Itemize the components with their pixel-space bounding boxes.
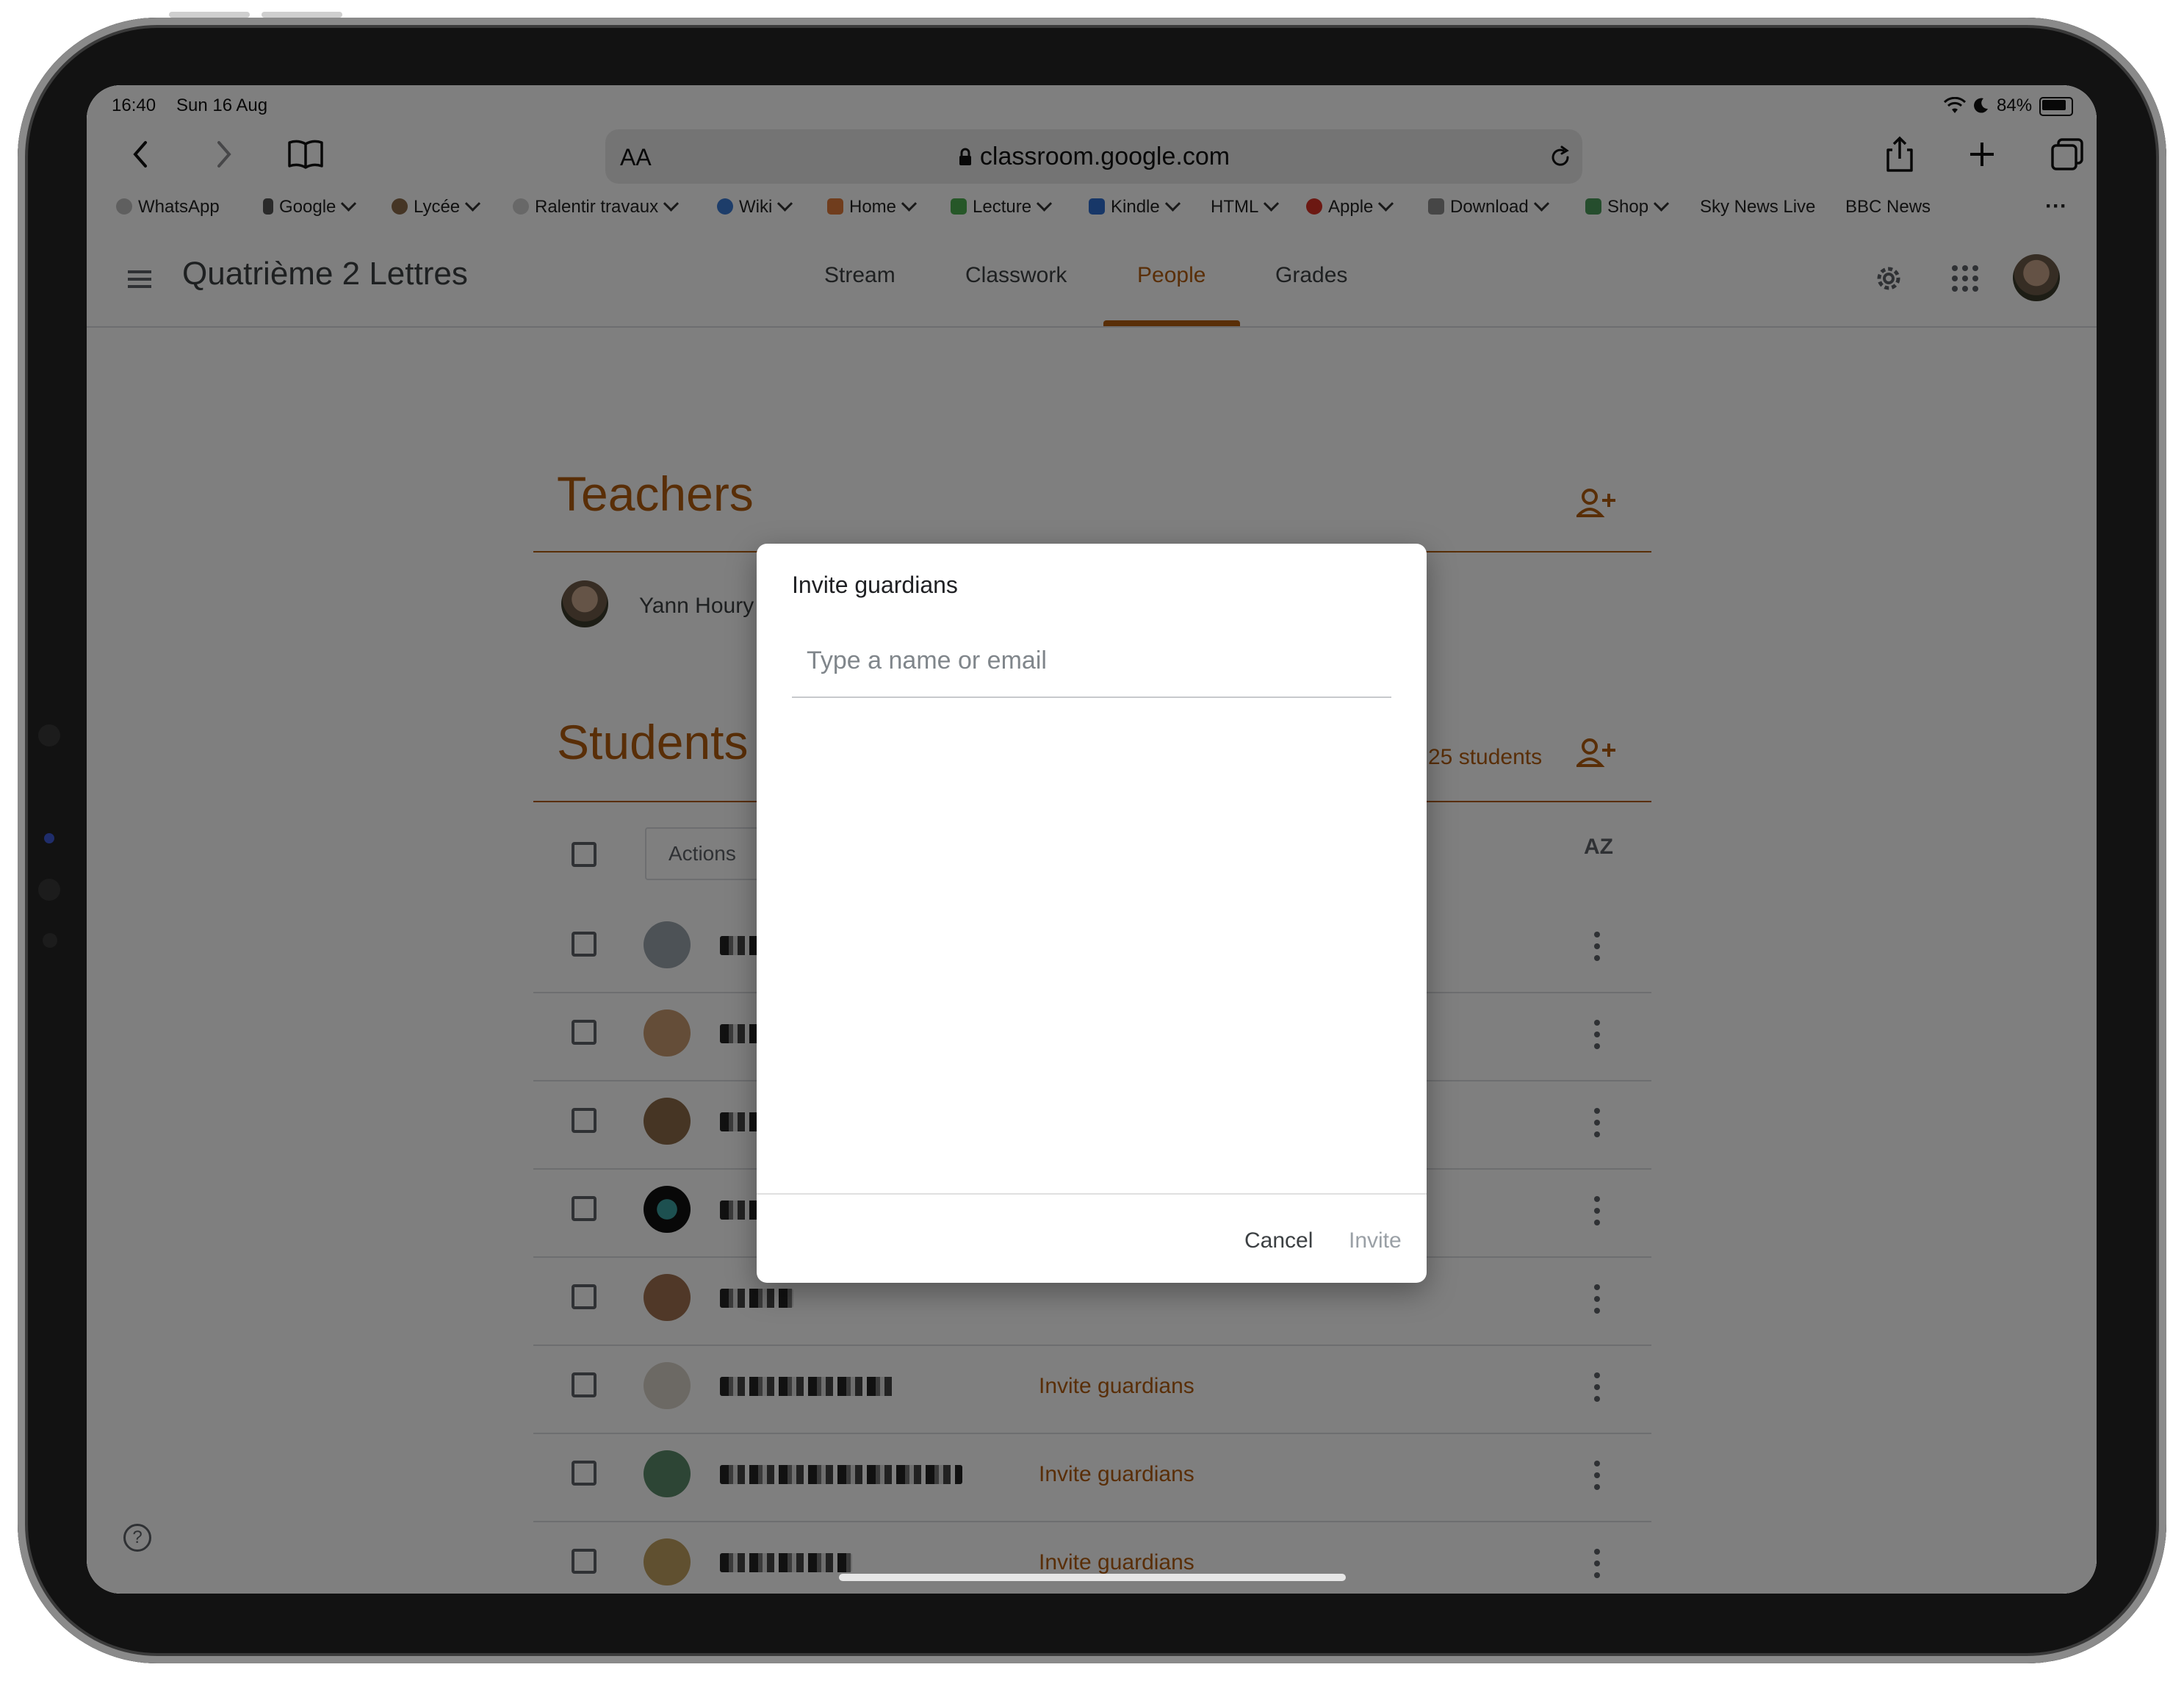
invite-guardians-dialog: Invite guardians Cancel Invite	[757, 544, 1427, 1283]
invite-button[interactable]: Invite	[1349, 1228, 1402, 1253]
home-indicator[interactable]	[839, 1574, 1346, 1581]
side-sensor-3	[38, 879, 60, 901]
dialog-footer-divider	[757, 1193, 1427, 1195]
side-sensor-1	[38, 724, 60, 746]
side-sensor-2	[44, 833, 54, 843]
top-button-1	[169, 12, 250, 18]
top-button-2	[262, 12, 342, 18]
cancel-button[interactable]: Cancel	[1244, 1228, 1313, 1253]
dialog-title: Invite guardians	[792, 572, 958, 598]
side-sensor-4	[43, 933, 57, 948]
ipad-screen: 16:40 Sun 16 Aug 84% AA	[87, 85, 2097, 1594]
guardian-email-input[interactable]	[792, 624, 1391, 698]
